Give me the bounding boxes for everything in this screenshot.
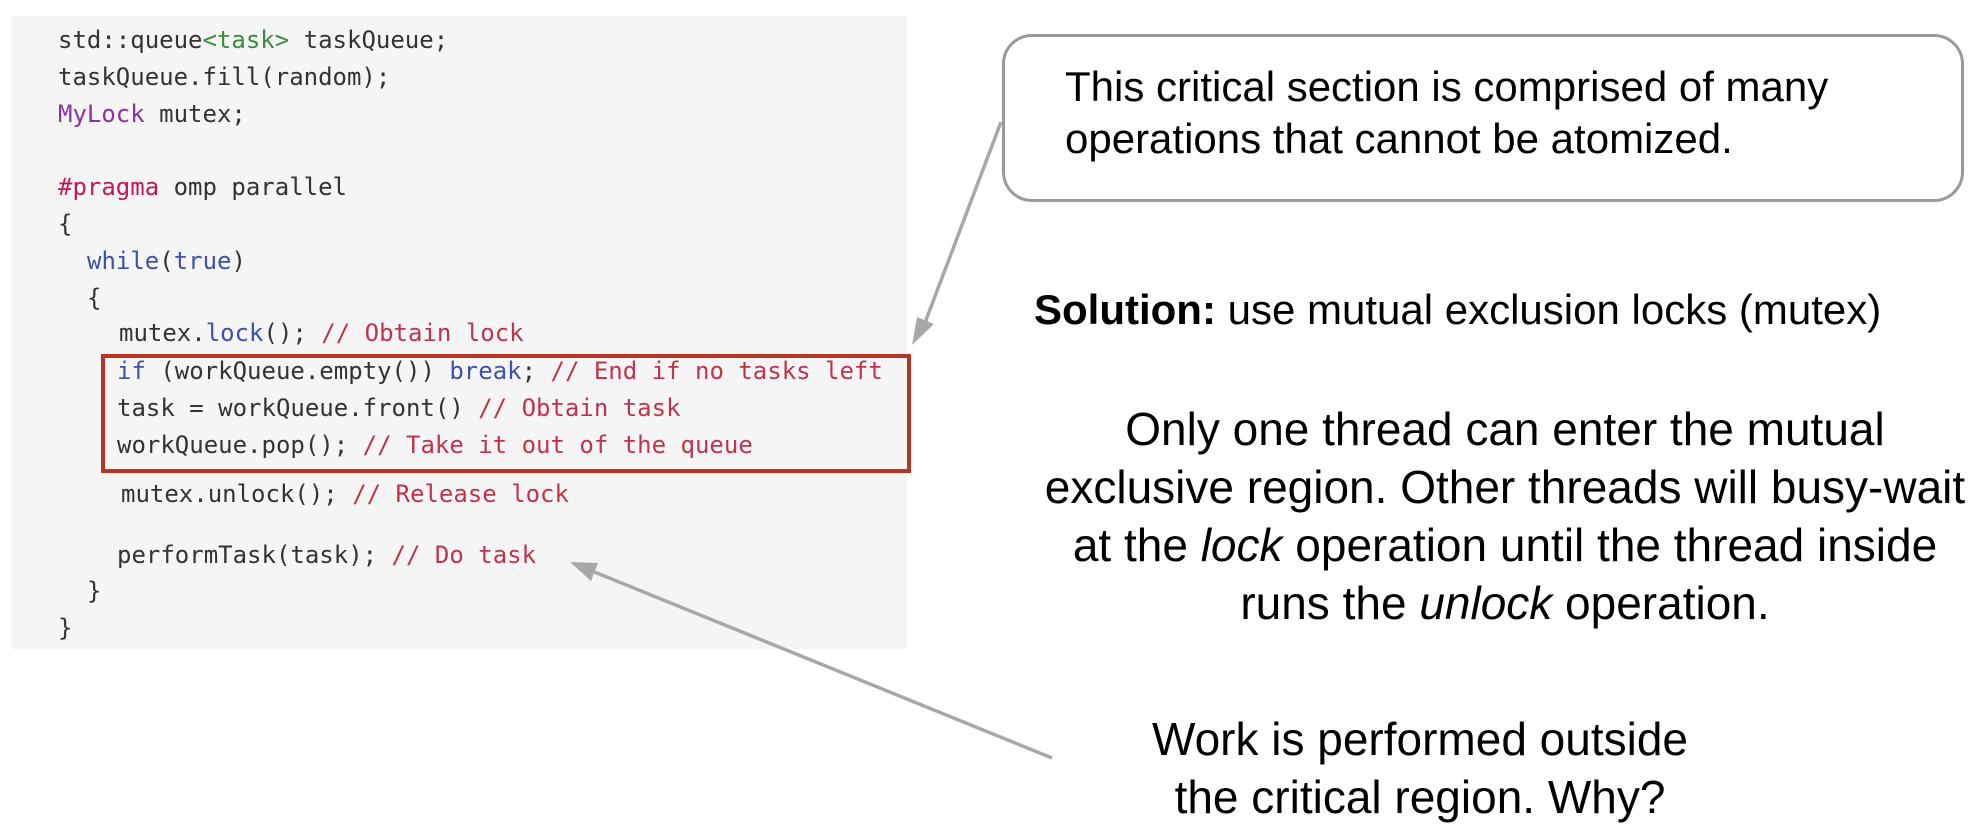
work-note-pointer-arrowhead (570, 562, 598, 581)
work-note-pointer-line (591, 569, 1053, 760)
connector-arrows (570, 121, 1053, 760)
callout-pointer-line (921, 121, 1003, 329)
callout-pointer-arrowhead (912, 317, 934, 345)
